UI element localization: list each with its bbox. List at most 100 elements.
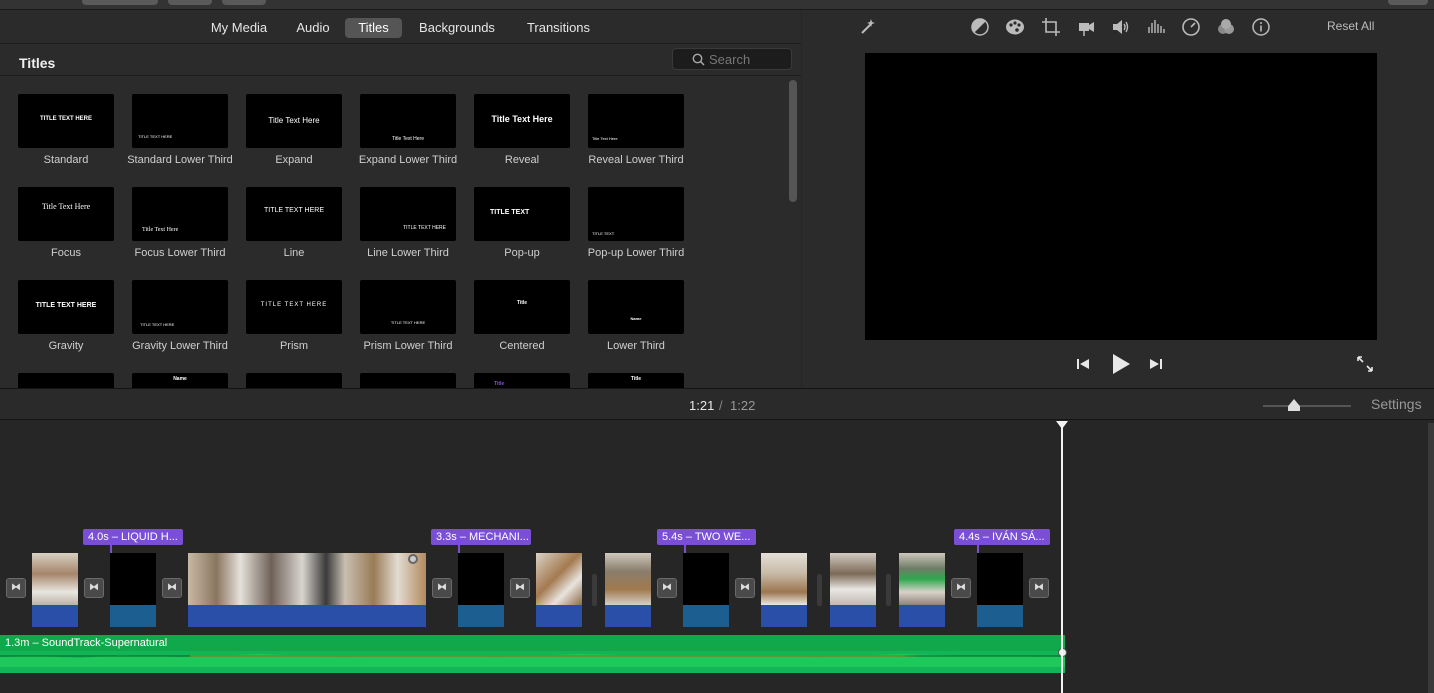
playhead-handle[interactable] bbox=[1056, 421, 1068, 429]
color-balance-icon[interactable] bbox=[970, 17, 990, 37]
title-thumbnail[interactable]: Title bbox=[474, 373, 570, 388]
transition-icon[interactable]: ⧓ bbox=[735, 578, 755, 598]
title-thumbnail[interactable]: TITLE TEXT HERE bbox=[132, 94, 228, 148]
zoom-slider-track[interactable] bbox=[1263, 405, 1351, 407]
title-thumbnail[interactable]: TITLE TEXT HERE bbox=[132, 280, 228, 334]
title-preview-text: Name bbox=[173, 376, 187, 382]
zoom-slider-knob[interactable] bbox=[1288, 399, 1300, 411]
clip-marker-icon[interactable] bbox=[408, 554, 418, 564]
reset-all-button[interactable]: Reset All bbox=[1327, 19, 1374, 33]
title-thumbnail-label: Standard Lower Third bbox=[127, 154, 233, 166]
title-thumbnail-label: Prism bbox=[279, 340, 309, 352]
title-clip-tag[interactable]: 4.4s – IVÁN SÁ... bbox=[954, 529, 1050, 545]
audio-waveform bbox=[0, 651, 1065, 673]
transition-icon[interactable]: ⧓ bbox=[6, 578, 26, 598]
title-thumbnail[interactable]: TITLE TEXT HERE bbox=[360, 280, 456, 334]
skip-forward-icon[interactable] bbox=[1148, 356, 1164, 372]
title-thumbnail[interactable]: Title Text Here bbox=[588, 94, 684, 148]
crop-icon[interactable] bbox=[1041, 17, 1061, 37]
title-video-clip[interactable] bbox=[458, 553, 504, 627]
title-thumbnail[interactable]: TITLE TEXT HERE bbox=[18, 94, 114, 148]
title-preview-text: TITLE TEXT HERE bbox=[140, 322, 175, 327]
title-preview-text: Title Text Here bbox=[592, 136, 618, 141]
clip-gap bbox=[817, 574, 822, 606]
transition-icon[interactable]: ⧓ bbox=[951, 578, 971, 598]
title-thumbnail-label: Expand Lower Third bbox=[358, 154, 458, 166]
video-clip[interactable] bbox=[761, 553, 807, 627]
title-thumbnail[interactable] bbox=[246, 373, 342, 388]
noise-reduction-icon[interactable] bbox=[1146, 17, 1166, 37]
title-thumbnail[interactable] bbox=[360, 373, 456, 388]
speed-icon[interactable] bbox=[1181, 17, 1201, 37]
stabilization-icon[interactable] bbox=[1076, 17, 1096, 37]
info-icon[interactable] bbox=[1251, 17, 1271, 37]
video-clip[interactable] bbox=[188, 553, 426, 627]
title-thumbnail-label: Expand bbox=[275, 154, 313, 166]
fullscreen-icon[interactable] bbox=[1356, 355, 1374, 373]
transition-icon[interactable]: ⧓ bbox=[432, 578, 452, 598]
title-thumbnail[interactable]: Title Text Here bbox=[246, 94, 342, 148]
transition-icon[interactable]: ⧓ bbox=[510, 578, 530, 598]
clip-filter-icon[interactable] bbox=[1216, 17, 1236, 37]
title-thumbnail[interactable] bbox=[18, 373, 114, 388]
title-thumbnail-label: Line bbox=[283, 247, 305, 259]
play-icon[interactable] bbox=[1110, 353, 1132, 375]
title-thumbnail[interactable]: TITLE TEXT HERE bbox=[246, 187, 342, 241]
transition-icon[interactable]: ⧓ bbox=[657, 578, 677, 598]
toolbar-button[interactable] bbox=[1388, 0, 1428, 5]
search-box[interactable] bbox=[672, 48, 792, 70]
video-clip[interactable] bbox=[536, 553, 582, 627]
title-clip-tag[interactable]: 5.4s – TWO WE... bbox=[657, 529, 756, 545]
toolbar-button[interactable] bbox=[82, 0, 158, 5]
title-thumbnail[interactable]: Title Text Here bbox=[18, 187, 114, 241]
title-thumbnail[interactable]: TITLE TEXT HERE bbox=[360, 187, 456, 241]
color-correction-icon[interactable] bbox=[1005, 17, 1025, 37]
title-thumbnail[interactable]: Name bbox=[132, 373, 228, 388]
title-thumbnail[interactable]: Title Text Here bbox=[360, 94, 456, 148]
transition-icon[interactable]: ⧓ bbox=[84, 578, 104, 598]
toolbar-button[interactable] bbox=[168, 0, 212, 5]
title-thumbnail-label: Gravity Lower Third bbox=[132, 340, 228, 352]
transition-icon[interactable]: ⧓ bbox=[1029, 578, 1049, 598]
title-clip-tag[interactable]: 3.3s – MECHANI... bbox=[431, 529, 531, 545]
tab-audio[interactable]: Audio bbox=[290, 18, 336, 38]
video-preview[interactable] bbox=[865, 53, 1377, 340]
browser-section-title: Titles bbox=[19, 55, 56, 71]
title-video-clip[interactable] bbox=[683, 553, 729, 627]
video-clip[interactable] bbox=[605, 553, 651, 627]
search-input[interactable] bbox=[709, 51, 789, 67]
audio-track[interactable]: 1.3m – SoundTrack-Supernatural bbox=[0, 635, 1065, 673]
title-preview-text: TITLE TEXT bbox=[592, 231, 615, 236]
video-clip[interactable] bbox=[830, 553, 876, 627]
title-thumbnail[interactable]: Name bbox=[588, 280, 684, 334]
enhance-wand-icon[interactable] bbox=[858, 17, 878, 37]
divider bbox=[0, 75, 801, 76]
settings-button[interactable]: Settings bbox=[1371, 396, 1422, 412]
tab-my-media[interactable]: My Media bbox=[204, 18, 274, 38]
tab-titles[interactable]: Titles bbox=[345, 18, 402, 38]
title-thumbnail[interactable]: Title bbox=[588, 373, 684, 388]
volume-icon[interactable] bbox=[1111, 17, 1131, 37]
playhead[interactable] bbox=[1061, 421, 1063, 693]
title-thumbnail[interactable]: TITLE TEXT HERE bbox=[18, 280, 114, 334]
title-thumbnail-label: Pop-up Lower Third bbox=[587, 247, 685, 259]
title-video-clip[interactable] bbox=[110, 553, 156, 627]
title-thumbnail[interactable]: TITLE TEXT HERE bbox=[246, 280, 342, 334]
title-thumbnail[interactable]: TITLE TEXT bbox=[474, 187, 570, 241]
title-clip-tag[interactable]: 4.0s – LIQUID H... bbox=[83, 529, 183, 545]
title-thumbnail[interactable]: Title Text Here bbox=[132, 187, 228, 241]
video-clip[interactable] bbox=[32, 553, 78, 627]
video-clip[interactable] bbox=[899, 553, 945, 627]
title-thumbnail[interactable]: Title bbox=[474, 280, 570, 334]
tab-backgrounds[interactable]: Backgrounds bbox=[413, 18, 501, 38]
title-video-clip[interactable] bbox=[977, 553, 1023, 627]
toolbar-button[interactable] bbox=[222, 0, 266, 5]
browser-scrollbar[interactable] bbox=[789, 80, 797, 202]
tab-transitions[interactable]: Transitions bbox=[520, 18, 597, 38]
search-icon bbox=[692, 53, 705, 66]
title-thumbnail[interactable]: Title Text Here bbox=[474, 94, 570, 148]
skip-back-icon[interactable] bbox=[1075, 356, 1091, 372]
title-thumbnail[interactable]: TITLE TEXT bbox=[588, 187, 684, 241]
transition-icon[interactable]: ⧓ bbox=[162, 578, 182, 598]
timeline-scrollbar[interactable] bbox=[1428, 423, 1434, 693]
